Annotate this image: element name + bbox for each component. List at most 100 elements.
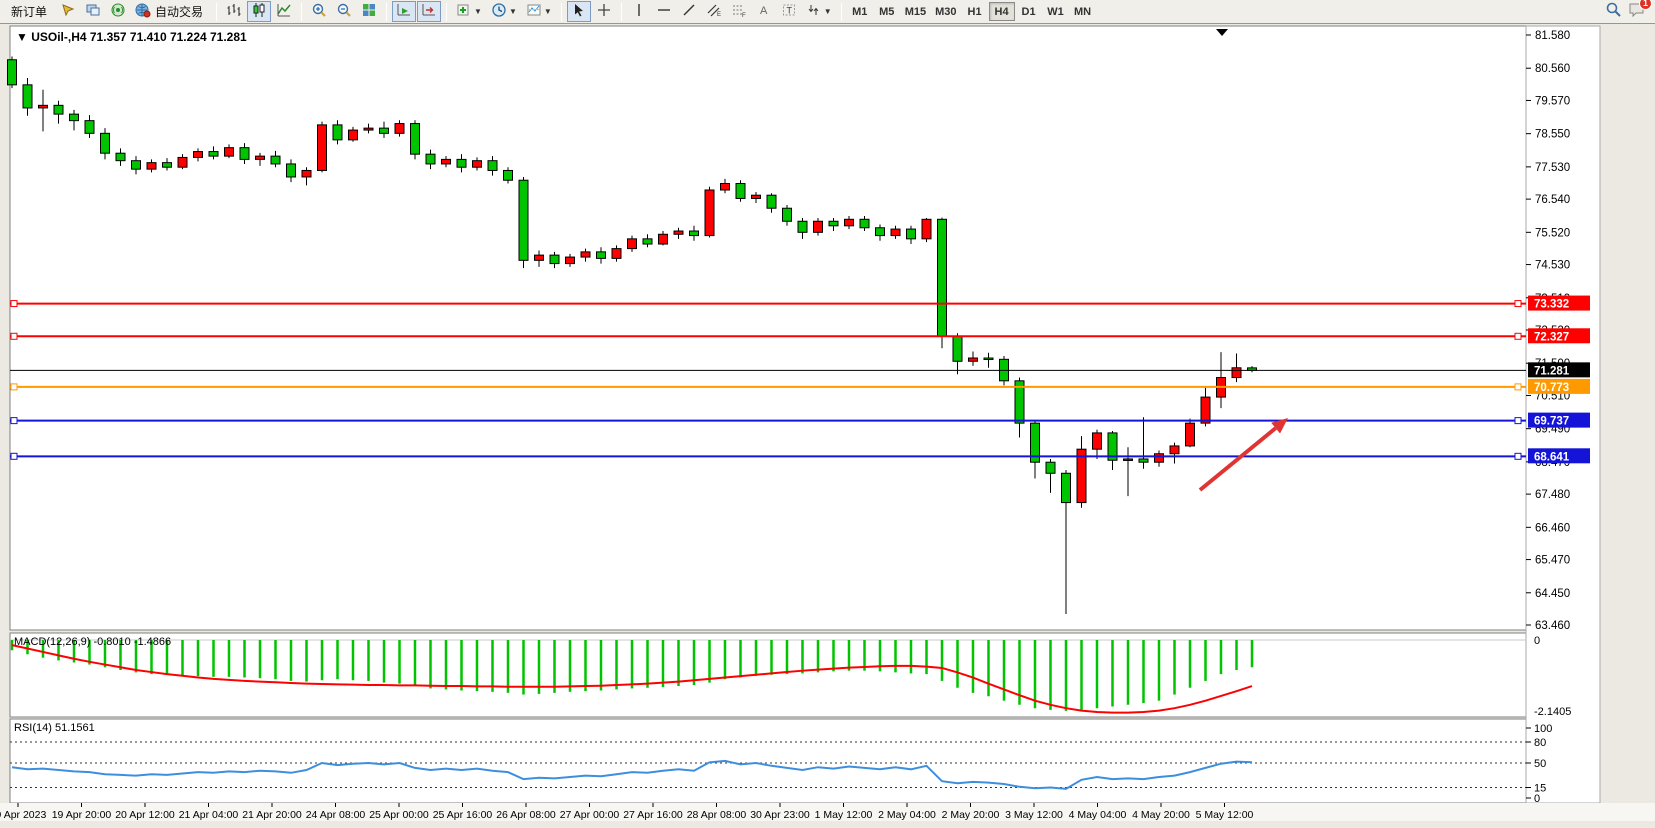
templates-button[interactable]: ▼ xyxy=(522,1,556,22)
time-axis-label: 4 May 04:00 xyxy=(1069,809,1127,821)
line-handle[interactable] xyxy=(1515,418,1521,424)
line-handle[interactable] xyxy=(1515,384,1521,390)
rsi-panel[interactable] xyxy=(10,719,1526,803)
timeframe-button-mn[interactable]: MN xyxy=(1070,2,1096,21)
candlestick-icon xyxy=(251,2,267,21)
channel-tool-button[interactable]: E xyxy=(702,1,726,22)
periods-button[interactable]: ▼ xyxy=(487,1,521,22)
fibonacci-tool-button[interactable]: F xyxy=(727,1,751,22)
label-tool-button[interactable]: T xyxy=(777,1,801,22)
candle-body xyxy=(349,130,358,140)
line-handle[interactable] xyxy=(11,418,17,424)
line-handle[interactable] xyxy=(1515,333,1521,339)
vertical-line-icon xyxy=(631,2,647,21)
main-toolbar: 新订单 自动交易 xyxy=(0,0,1655,24)
line-handle[interactable] xyxy=(1515,301,1521,307)
horizontal-line-tool-button[interactable] xyxy=(652,1,676,22)
price-tag-label: 69.737 xyxy=(1534,416,1569,428)
crosshair-button[interactable] xyxy=(592,1,616,22)
trendline-tool-button[interactable] xyxy=(677,1,701,22)
alerts-button[interactable] xyxy=(106,1,130,22)
price-axis-label: 76.540 xyxy=(1535,194,1570,206)
candle-body xyxy=(54,105,63,114)
clock-icon xyxy=(491,2,507,21)
time-axis-label: 21 Apr 20:00 xyxy=(242,809,302,821)
candle-body xyxy=(798,221,807,232)
line-handle[interactable] xyxy=(11,301,17,307)
time-axis-label: 25 Apr 16:00 xyxy=(433,809,493,821)
candle-body xyxy=(643,239,652,244)
trendline-icon xyxy=(681,2,697,21)
vertical-line-tool-button[interactable] xyxy=(627,1,651,22)
timeframe-button-h4[interactable]: H4 xyxy=(989,2,1015,21)
terminal-button[interactable] xyxy=(81,1,105,22)
indicators-button[interactable]: ▼ xyxy=(452,1,486,22)
auto-scroll-icon xyxy=(396,2,412,21)
toolbar-separator xyxy=(446,3,447,21)
auto-scroll-button[interactable] xyxy=(392,1,416,22)
candlestick-mode-button[interactable] xyxy=(247,1,271,22)
time-axis-label: 20 Apr 12:00 xyxy=(115,809,175,821)
time-axis-label: 27 Apr 16:00 xyxy=(623,809,683,821)
search-icon[interactable] xyxy=(1605,1,1622,23)
candle-body xyxy=(550,255,559,263)
horizontal-line-icon xyxy=(656,2,672,21)
time-axis-label: 24 Apr 08:00 xyxy=(306,809,366,821)
notifications-button[interactable]: 1 xyxy=(1628,1,1646,23)
candle-body xyxy=(39,105,48,108)
time-axis-label: 19 Apr 2023 xyxy=(0,809,46,821)
line-handle[interactable] xyxy=(11,384,17,390)
arrows-tool-button[interactable]: ▼ xyxy=(802,1,836,22)
line-handle[interactable] xyxy=(11,453,17,459)
timeframe-button-m1[interactable]: M1 xyxy=(847,2,873,21)
candle-body xyxy=(814,221,823,232)
timeframe-button-m30[interactable]: M30 xyxy=(931,2,960,21)
line-chart-mode-button[interactable] xyxy=(272,1,296,22)
zoom-out-button[interactable] xyxy=(332,1,356,22)
new-order-button[interactable]: 新订单 xyxy=(3,1,55,22)
candle-body xyxy=(473,161,482,168)
candle-body xyxy=(318,125,327,171)
toolbar-separator xyxy=(301,3,302,21)
candle-body xyxy=(597,252,606,259)
candle-body xyxy=(922,219,931,239)
bar-chart-mode-button[interactable] xyxy=(222,1,246,22)
candle-body xyxy=(271,156,280,164)
timeframe-button-m5[interactable]: M5 xyxy=(874,2,900,21)
candle-body xyxy=(1155,454,1164,462)
candle-body xyxy=(457,159,466,167)
tile-windows-button[interactable] xyxy=(357,1,381,22)
svg-text:F: F xyxy=(742,13,746,18)
gold-pointer-icon xyxy=(60,2,76,21)
text-tool-button[interactable]: A xyxy=(752,1,776,22)
candle-body xyxy=(752,195,761,198)
timeframe-button-m15[interactable]: M15 xyxy=(901,2,930,21)
zoom-in-button[interactable] xyxy=(307,1,331,22)
candle-body xyxy=(612,249,621,259)
timeframe-toolbar: M1M5M15M30H1H4D1W1MN xyxy=(847,2,1096,21)
macd-axis-zero: 0 xyxy=(1534,635,1540,647)
timeframe-button-w1[interactable]: W1 xyxy=(1043,2,1069,21)
candle-body xyxy=(674,231,683,234)
auto-trading-button[interactable]: 自动交易 xyxy=(131,1,211,22)
candle-body xyxy=(907,229,916,239)
candle-body xyxy=(736,183,745,198)
price-axis-label: 77.530 xyxy=(1535,162,1570,174)
chart-window-button[interactable] xyxy=(56,1,80,22)
chart-area[interactable]: ▼ USOil-,H4 71.357 71.410 71.224 71.2818… xyxy=(0,24,1655,828)
cursor-button[interactable] xyxy=(567,1,591,22)
chart-shift-button[interactable] xyxy=(417,1,441,22)
svg-text:T: T xyxy=(786,6,792,16)
crosshair-icon xyxy=(596,2,612,21)
macd-panel[interactable] xyxy=(10,633,1526,717)
timeframe-button-h1[interactable]: H1 xyxy=(962,2,988,21)
time-axis-label: 1 May 12:00 xyxy=(815,809,873,821)
candle-body xyxy=(178,157,187,167)
main-chart-panel[interactable] xyxy=(10,26,1526,630)
timeframe-button-d1[interactable]: D1 xyxy=(1016,2,1042,21)
candle-body xyxy=(845,219,854,226)
price-tag-label: 71.281 xyxy=(1534,365,1570,377)
line-handle[interactable] xyxy=(11,333,17,339)
svg-text:A: A xyxy=(760,5,768,17)
line-handle[interactable] xyxy=(1515,453,1521,459)
